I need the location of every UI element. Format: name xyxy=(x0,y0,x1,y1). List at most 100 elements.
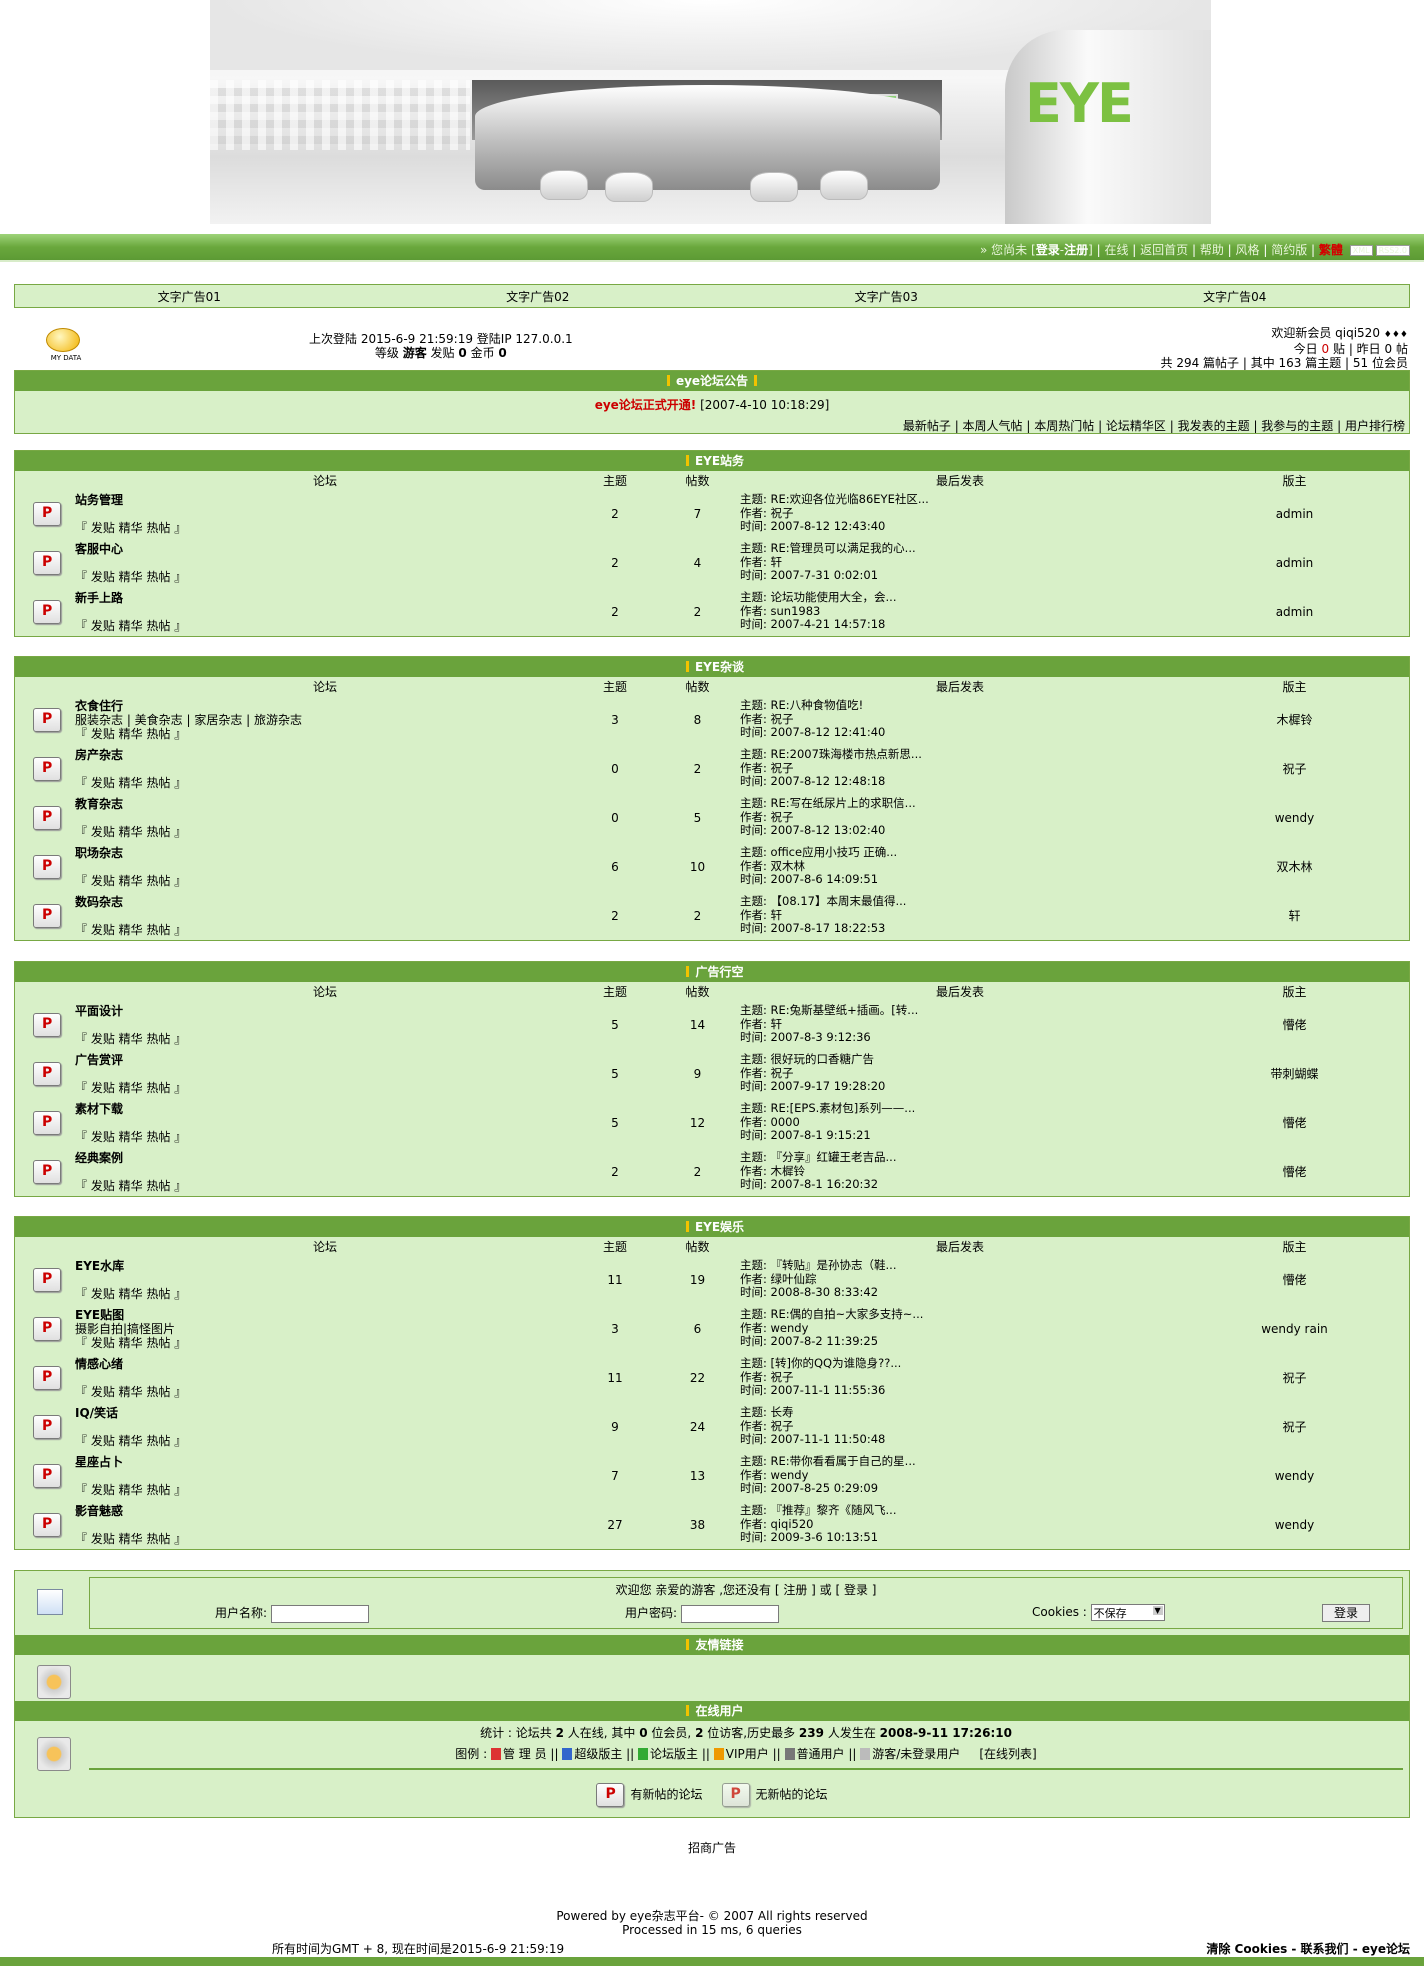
forum-name[interactable]: EYE水库 xyxy=(75,1259,575,1273)
xml-badge[interactable]: XML xyxy=(1349,245,1373,256)
footer-ad[interactable]: 招商广告 xyxy=(0,1839,1424,1856)
link-my-topics[interactable]: 我发表的主题 xyxy=(1178,419,1250,433)
forum-actions[interactable]: 『 发贴 精华 热帖 』 xyxy=(75,1081,575,1095)
last-post-author[interactable]: 作者: 祝子 xyxy=(740,1419,1180,1434)
forum-name[interactable]: 新手上路 xyxy=(75,591,575,605)
forum-actions[interactable]: 『 发贴 精华 热帖 』 xyxy=(75,1532,575,1546)
nav-help[interactable]: 帮助 xyxy=(1200,243,1224,257)
last-post-author[interactable]: 作者: 轩 xyxy=(740,555,1180,570)
sub-forums[interactable] xyxy=(75,1165,575,1179)
login-button[interactable]: 登录 xyxy=(1322,1604,1370,1622)
link-popular[interactable]: 本周人气帖 xyxy=(963,419,1023,433)
announcement-link[interactable]: eye论坛正式开通! xyxy=(595,398,697,412)
last-post-author[interactable]: 作者: sun1983 xyxy=(740,604,1180,619)
forum-name[interactable]: 教育杂志 xyxy=(75,797,575,811)
moderator[interactable]: 懵佬 xyxy=(1180,1000,1409,1049)
moderator[interactable]: wendy rain xyxy=(1180,1304,1409,1353)
forum-actions[interactable]: 『 发贴 精华 热帖 』 xyxy=(75,1130,575,1144)
last-post-topic[interactable]: 主题: 『推荐』黎齐《随风飞... xyxy=(740,1504,1180,1518)
last-post-author[interactable]: 作者: wendy xyxy=(740,1468,1180,1483)
sub-forums[interactable] xyxy=(75,1518,575,1532)
last-post-author[interactable]: 作者: 祝子 xyxy=(740,1370,1180,1385)
login-link[interactable]: 登录 xyxy=(1036,243,1060,257)
last-post-author[interactable]: 作者: wendy xyxy=(740,1321,1180,1336)
forum-actions[interactable]: 『 发贴 精华 热帖 』 xyxy=(75,825,575,839)
password-input[interactable] xyxy=(680,1604,779,1623)
forum-name[interactable]: EYE贴图 xyxy=(75,1308,575,1322)
link-hot[interactable]: 本周热门帖 xyxy=(1034,419,1094,433)
forum-name[interactable]: 星座占卜 xyxy=(75,1455,575,1469)
last-post-author[interactable]: 作者: 木樨铃 xyxy=(740,1164,1180,1179)
last-post-author[interactable]: 作者: 祝子 xyxy=(740,761,1180,776)
link-my-replies[interactable]: 我参与的主题 xyxy=(1261,419,1333,433)
nav-online[interactable]: 在线 xyxy=(1104,243,1128,257)
forum-name[interactable]: 广告赏评 xyxy=(75,1053,575,1067)
last-post-topic[interactable]: 主题: 长寿 xyxy=(740,1406,1180,1420)
moderator[interactable]: wendy xyxy=(1180,1451,1409,1500)
sub-forums[interactable] xyxy=(75,1420,575,1434)
last-post-topic[interactable]: 主题: RE:带你看看属于自己的星... xyxy=(740,1455,1180,1469)
forum-name[interactable]: 客服中心 xyxy=(75,542,575,556)
sub-forums[interactable] xyxy=(75,1018,575,1032)
forum-actions[interactable]: 『 发贴 精华 热帖 』 xyxy=(75,1385,575,1399)
sub-forums[interactable] xyxy=(75,1067,575,1081)
last-post-topic[interactable]: 主题: 论坛功能使用大全，会... xyxy=(740,591,1180,605)
forum-actions[interactable]: 『 发贴 精华 热帖 』 xyxy=(75,570,575,584)
sub-forums[interactable] xyxy=(75,811,575,825)
forum-name[interactable]: IQ/笑话 xyxy=(75,1406,575,1420)
last-post-author[interactable]: 作者: 双木林 xyxy=(740,859,1180,874)
last-post-author[interactable]: 作者: 绿叶仙踪 xyxy=(740,1272,1180,1287)
forum-actions[interactable]: 『 发贴 精华 热帖 』 xyxy=(75,1287,575,1301)
forum-actions[interactable]: 『 发贴 精华 热帖 』 xyxy=(75,1032,575,1046)
last-post-author[interactable]: 作者: 祝子 xyxy=(740,712,1180,727)
link-latest[interactable]: 最新帖子 xyxy=(903,419,951,433)
forum-actions[interactable]: 『 发贴 精华 热帖 』 xyxy=(75,874,575,888)
last-post-author[interactable]: 作者: 轩 xyxy=(740,908,1180,923)
nav-style[interactable]: 风格 xyxy=(1236,243,1260,257)
last-post-topic[interactable]: 主题: 很好玩的口香糖广告 xyxy=(740,1053,1180,1067)
forum-name[interactable]: 站务管理 xyxy=(75,493,575,507)
last-post-topic[interactable]: 主题: RE:管理员可以满足我的心... xyxy=(740,542,1180,556)
username-input[interactable] xyxy=(270,1604,369,1623)
last-post-topic[interactable]: 主题: RE:欢迎各位光临86EYE社区... xyxy=(740,493,1180,507)
text-ad-4[interactable]: 文字广告04 xyxy=(1061,288,1410,305)
sub-forums[interactable] xyxy=(75,860,575,874)
last-post-author[interactable]: 作者: 祝子 xyxy=(740,810,1180,825)
moderator[interactable]: admin xyxy=(1180,489,1409,538)
text-ad-3[interactable]: 文字广告03 xyxy=(712,288,1061,305)
moderator[interactable]: 祝子 xyxy=(1180,1353,1409,1402)
last-post-topic[interactable]: 主题: RE:[EPS.素材包]系列——... xyxy=(740,1102,1180,1116)
sub-forums[interactable] xyxy=(75,1273,575,1287)
last-post-author[interactable]: 作者: 祝子 xyxy=(740,1066,1180,1081)
last-post-topic[interactable]: 主题: office应用小技巧 正确... xyxy=(740,846,1180,860)
last-post-author[interactable]: 作者: qiqi520 xyxy=(740,1517,1180,1532)
last-post-topic[interactable]: 主题: [转]你的QQ为谁隐身??... xyxy=(740,1357,1180,1371)
forum-name[interactable]: 影音魅惑 xyxy=(75,1504,575,1518)
forum-actions[interactable]: 『 发贴 精华 热帖 』 xyxy=(75,619,575,633)
forum-actions[interactable]: 『 发贴 精华 热帖 』 xyxy=(75,1434,575,1448)
moderator[interactable]: 懵佬 xyxy=(1180,1098,1409,1147)
forum-actions[interactable]: 『 发贴 精华 热帖 』 xyxy=(75,923,575,937)
forum-actions[interactable]: 『 发贴 精华 热帖 』 xyxy=(75,727,575,741)
sub-forums[interactable] xyxy=(75,1469,575,1483)
last-post-topic[interactable]: 主题: RE:写在纸尿片上的求职信... xyxy=(740,797,1180,811)
sub-forums[interactable] xyxy=(75,556,575,570)
moderator[interactable]: 轩 xyxy=(1180,891,1409,940)
link-ranking[interactable]: 用户排行榜 xyxy=(1345,419,1405,433)
sub-forums[interactable] xyxy=(75,507,575,521)
last-post-topic[interactable]: 主题: 『转贴』是孙协志（鞋... xyxy=(740,1259,1180,1273)
last-post-topic[interactable]: 主题: RE:2007珠海楼市热点新思... xyxy=(740,748,1180,762)
moderator[interactable]: 木樨铃 xyxy=(1180,695,1409,744)
moderator[interactable]: 懵佬 xyxy=(1180,1255,1409,1304)
sub-forums[interactable]: 摄影自拍|搞怪图片 xyxy=(75,1322,575,1336)
sub-forums[interactable]: 服装杂志 | 美食杂志 | 家居杂志 | 旅游杂志 xyxy=(75,713,575,727)
sub-forums[interactable] xyxy=(75,1116,575,1130)
forum-name[interactable]: 房产杂志 xyxy=(75,748,575,762)
rss-badge[interactable]: RSS2.0 xyxy=(1375,245,1410,256)
forum-name[interactable]: 经典案例 xyxy=(75,1151,575,1165)
forum-name[interactable]: 数码杂志 xyxy=(75,895,575,909)
forum-name[interactable]: 平面设计 xyxy=(75,1004,575,1018)
newest-member[interactable]: 欢迎新会员 qiqi520 xyxy=(1271,326,1380,340)
last-post-topic[interactable]: 主题: 『分享』红罐王老吉品... xyxy=(740,1151,1180,1165)
nav-lite[interactable]: 简约版 xyxy=(1271,243,1307,257)
